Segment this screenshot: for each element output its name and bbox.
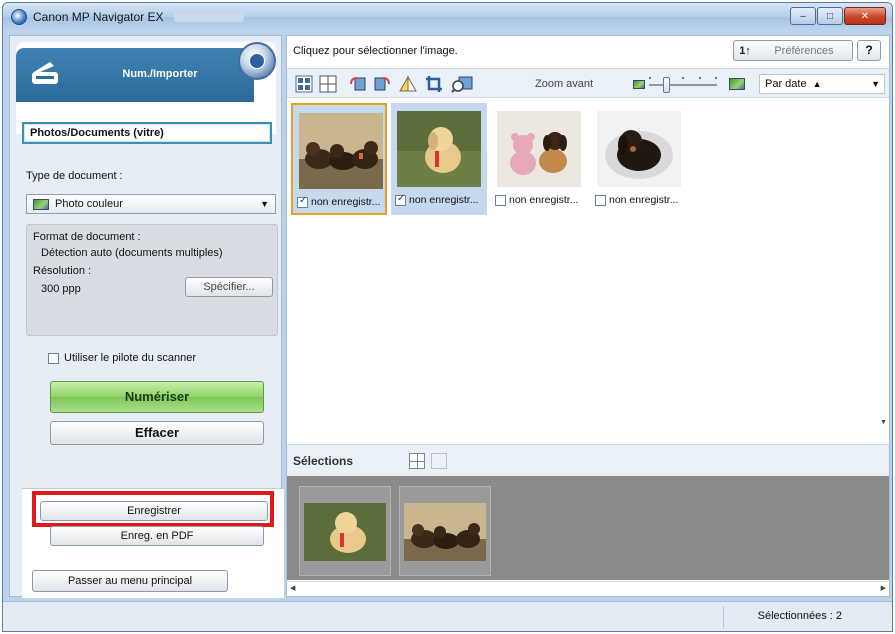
thumbnail-caption[interactable]: non enregistr... xyxy=(495,194,587,206)
zoom-slider-ticks xyxy=(649,77,717,81)
scan-header: Num./Importer xyxy=(16,42,276,134)
status-bar: Sélectionnées : 2 xyxy=(3,601,892,631)
selected-thumbnail-image[interactable] xyxy=(304,503,386,561)
thumbnail-caption[interactable]: non enregistr... xyxy=(297,196,389,208)
title-blurred-area xyxy=(173,12,244,22)
horizontal-scrollbar[interactable]: ◀ ▶ xyxy=(287,581,889,596)
format-label: Format de document : xyxy=(33,231,141,243)
crop-icon[interactable] xyxy=(425,75,443,93)
selected-count: Sélectionnées : 2 xyxy=(757,610,842,622)
save-highlight-frame xyxy=(32,491,274,527)
resolution-label: Résolution : xyxy=(33,265,92,277)
doc-type-label: Type de document : xyxy=(26,170,123,182)
vertical-scrollbar[interactable]: ▼ xyxy=(879,99,889,443)
scanner-driver-checkbox[interactable] xyxy=(48,352,59,364)
specify-button[interactable]: Spécifier... xyxy=(185,277,273,297)
format-value: Détection auto (documents multiples) xyxy=(41,247,223,259)
app-logo-icon xyxy=(11,9,27,25)
zoom-slider[interactable] xyxy=(649,84,717,86)
sort-select[interactable]: Par date ▲ ▼ xyxy=(759,74,885,94)
chevron-down-icon: ▼ xyxy=(260,199,269,209)
selections-header: Sélections xyxy=(287,444,889,476)
navigation-mode-button[interactable] xyxy=(238,42,276,80)
minimize-button[interactable]: – xyxy=(790,7,816,25)
scanner-driver-option[interactable]: Utiliser le pilote du scanner xyxy=(48,352,196,364)
resolution-value: 300 ppp xyxy=(41,283,81,295)
zoom-slider-thumb[interactable] xyxy=(663,77,670,93)
scan-button[interactable]: Numériser xyxy=(50,381,264,413)
zoom-in-label[interactable]: Zoom avant xyxy=(535,78,593,90)
scan-settings-box: Format de document : Détection auto (doc… xyxy=(26,224,278,336)
doc-type-value: Photo couleur xyxy=(55,198,123,210)
single-view-icon xyxy=(431,453,447,469)
close-button[interactable]: ✕ xyxy=(844,7,886,25)
thumbnail-checkbox[interactable] xyxy=(297,196,308,208)
title-bar: Canon MP Navigator EX – □ ✕ xyxy=(3,3,892,31)
grid-globe-icon xyxy=(249,53,265,69)
thumbnail-caption[interactable]: non enregistr... xyxy=(395,194,487,206)
scroll-right-icon[interactable]: ▶ xyxy=(881,584,886,592)
thumbnail-checkbox[interactable] xyxy=(595,194,606,206)
large-image-icon xyxy=(729,78,745,90)
rotate-right-icon[interactable] xyxy=(373,75,391,93)
thumbnail-image[interactable] xyxy=(497,111,581,187)
sort-order-icon: 1↑ xyxy=(739,44,751,57)
thumbnail-caption-text: non enregistr... xyxy=(509,194,579,206)
selected-thumbnail[interactable] xyxy=(399,486,491,576)
scroll-down-icon[interactable]: ▼ xyxy=(880,419,887,426)
save-pdf-button[interactable]: Enreg. en PDF xyxy=(50,526,264,546)
instruction-text: Cliquez pour sélectionner l'image. xyxy=(293,45,458,57)
thumbnail-item[interactable]: non enregistr... xyxy=(591,103,687,215)
thumbnail-image[interactable] xyxy=(397,111,481,187)
doc-type-select[interactable]: Photo couleur ▼ xyxy=(26,194,276,214)
window-controls: – □ ✕ xyxy=(790,7,886,25)
grid-view-icon[interactable] xyxy=(409,453,425,469)
rotate-left-icon[interactable] xyxy=(349,75,367,93)
sort-direction-icon: ▲ xyxy=(812,79,822,89)
sort-value: Par date xyxy=(765,78,807,90)
selections-label: Sélections xyxy=(293,454,354,468)
thumbnail-checkbox[interactable] xyxy=(495,194,506,206)
help-button[interactable]: ? xyxy=(857,40,881,61)
thumbnail-caption-text: non enregistr... xyxy=(609,194,679,206)
selected-thumbnail-image[interactable] xyxy=(404,503,486,561)
thumbnail-caption[interactable]: non enregistr... xyxy=(595,194,687,206)
thumbnail-item[interactable]: non enregistr... xyxy=(291,103,387,215)
thumbnail-item[interactable]: non enregistr... xyxy=(491,103,587,215)
grid-view-icon[interactable] xyxy=(319,75,337,93)
preferences-button[interactable]: 1↑ Préférences xyxy=(733,40,853,61)
left-panel: Num./Importer Photos/Documents (vitre) T… xyxy=(9,35,284,598)
thumbnail-image[interactable] xyxy=(299,113,383,189)
window-title: Canon MP Navigator EX xyxy=(33,10,164,24)
thumbnail-caption-text: non enregistr... xyxy=(409,194,479,206)
scroll-left-icon[interactable]: ◀ xyxy=(290,584,295,592)
small-image-icon xyxy=(633,80,645,89)
thumbnail-caption-text: non enregistr... xyxy=(311,196,381,208)
zoom-in-icon[interactable] xyxy=(451,75,473,93)
preferences-label: Préférences xyxy=(774,44,834,57)
scanner-driver-label: Utiliser le pilote du scanner xyxy=(64,352,197,364)
thumbnail-item[interactable]: non enregistr... xyxy=(391,103,487,215)
view-all-icon[interactable] xyxy=(295,75,313,93)
maximize-button[interactable]: □ xyxy=(817,7,843,25)
main-menu-button[interactable]: Passer au menu principal xyxy=(32,570,228,592)
thumbnail-checkbox[interactable] xyxy=(395,194,406,206)
selections-area xyxy=(287,476,889,580)
source-button[interactable]: Photos/Documents (vitre) xyxy=(22,122,272,144)
scan-mode-band: Num./Importer xyxy=(16,48,254,102)
scan-mode-label: Num./Importer xyxy=(122,68,198,80)
right-panel: Cliquez pour sélectionner l'image. 1↑ Pr… xyxy=(286,35,890,597)
thumbnail-image[interactable] xyxy=(597,111,681,187)
image-toolbar: Zoom avant Par date ▲ ▼ xyxy=(287,68,889,98)
status-divider xyxy=(723,606,724,628)
photo-icon xyxy=(33,198,49,210)
flip-icon[interactable] xyxy=(399,75,417,93)
clear-button[interactable]: Effacer xyxy=(50,421,264,445)
thumbnail-grid: non enregistr... non enregistr... xyxy=(287,99,879,443)
chevron-down-icon: ▼ xyxy=(871,79,880,89)
selected-thumbnail[interactable] xyxy=(299,486,391,576)
app-window: Canon MP Navigator EX – □ ✕ Num./Importe… xyxy=(2,2,893,632)
